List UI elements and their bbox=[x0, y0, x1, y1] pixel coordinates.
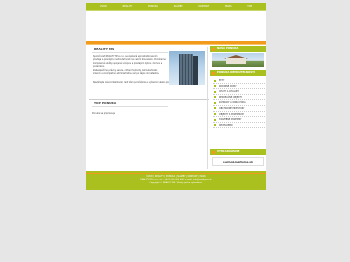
offer-header: PONUKA NEHNUTEĽNOSTÍ bbox=[210, 70, 266, 76]
nav-item-top[interactable]: TOP bbox=[247, 5, 252, 8]
nav-item-uvod[interactable]: ÚVOD bbox=[100, 5, 107, 8]
nav-item-ponuka[interactable]: PONUKA bbox=[148, 5, 158, 8]
reality-section: REALITY MS Spoločnosť REALITY MS s.r.o. … bbox=[89, 47, 206, 98]
square-bullet-icon bbox=[212, 150, 215, 154]
nav-item-kontakt[interactable]: KONTAKT bbox=[198, 5, 209, 8]
top-ponuka-underline bbox=[92, 106, 168, 107]
bullet-icon bbox=[214, 118, 216, 121]
page-container: ÚVOD REALITY PONUKA SLUŽBY KONTAKT MAPA … bbox=[86, 3, 266, 190]
bullet-icon bbox=[214, 90, 216, 93]
special-offer-title: NAŠA PONUKA bbox=[217, 47, 239, 50]
header-banner bbox=[86, 11, 266, 41]
sidebar-item-developeri[interactable]: DEVELOPERI bbox=[213, 123, 265, 129]
sidebar-item-label: RODINNÉ DOMY bbox=[219, 84, 237, 88]
offer-title: PONUKA NEHNUTEĽNOSTÍ bbox=[217, 71, 255, 74]
nav-item-sluzby[interactable]: SLUŽBY bbox=[174, 5, 183, 8]
square-bullet-icon bbox=[212, 71, 215, 75]
building-tower-edge bbox=[193, 56, 198, 85]
search-link-label[interactable]: sucho&maltums.sk bbox=[223, 160, 253, 164]
search-header: VYHĽADÁVANIE bbox=[210, 149, 266, 155]
top-navigation: ÚVOD REALITY PONUKA SLUŽBY KONTAKT MAPA … bbox=[86, 3, 266, 10]
bullet-icon bbox=[214, 107, 216, 110]
bullet-icon bbox=[214, 96, 216, 99]
reality-title-underline bbox=[92, 52, 168, 53]
sidebar: NAŠA PONUKA PONUKA NEHNUTEĽNOSTÍ BYTY RO… bbox=[210, 45, 266, 171]
search-link-box[interactable]: sucho&maltums.sk bbox=[212, 157, 264, 166]
top-ponuka-title: TOP PONUKA bbox=[94, 101, 117, 105]
sidebar-item-label: ZÁHRADY A ORNÁ PÔDA bbox=[219, 101, 246, 105]
top-ponuka-text: Ponuka sa pripravuje bbox=[92, 112, 115, 115]
building-tower bbox=[179, 54, 193, 85]
footer-copyright: Copyright © REALITY MS. Všetky práva vyh… bbox=[149, 182, 203, 185]
content-vertical-divider bbox=[207, 47, 208, 169]
content-divider bbox=[89, 99, 209, 100]
bullet-icon bbox=[214, 101, 216, 104]
sidebar-item-label: DEVELOPERI bbox=[219, 123, 233, 127]
house-body bbox=[226, 58, 246, 64]
offer-category-list: BYTY RODINNÉ DOMY CHATY A CHALUPY REKREA… bbox=[213, 78, 265, 129]
search-title: VYHĽADÁVANIE bbox=[217, 150, 240, 153]
sidebar-item-label: BYTY bbox=[219, 79, 225, 82]
bullet-icon bbox=[214, 124, 216, 127]
special-offer-photo[interactable] bbox=[212, 53, 264, 67]
bullet-icon bbox=[214, 79, 216, 82]
sidebar-item-label: STAVEBNÉ POZEMKY bbox=[219, 118, 242, 122]
reality-paragraph-2: Zabezpečíme právny servis, odhad hodnoty… bbox=[93, 69, 160, 76]
footer: ÚVOD | REALITY | PONUKA | SLUŽBY | KONTA… bbox=[86, 174, 266, 190]
sidebar-item-label: CHATY A CHALUPY bbox=[219, 90, 240, 94]
building-photo bbox=[169, 51, 205, 85]
sidebar-item-label: OBJEKTY S POZEMKOM bbox=[219, 112, 244, 116]
nav-item-mapa[interactable]: MAPA bbox=[225, 5, 232, 8]
nav-item-reality[interactable]: REALITY bbox=[123, 5, 133, 8]
reality-paragraph-1: Spoločnosť REALITY MS s.r.o. sa zaoberá … bbox=[93, 55, 166, 68]
bullet-icon bbox=[214, 85, 216, 88]
square-bullet-icon bbox=[212, 47, 215, 51]
sidebar-item-label: OBCHODNÉ PRIESTORY bbox=[219, 106, 245, 110]
reality-title: REALITY MS bbox=[94, 47, 115, 51]
bullet-icon bbox=[214, 113, 216, 116]
sidebar-item-label: REKREAČNÉ OBJEKTY bbox=[219, 95, 243, 99]
special-offer-header: NAŠA PONUKA bbox=[210, 46, 266, 52]
